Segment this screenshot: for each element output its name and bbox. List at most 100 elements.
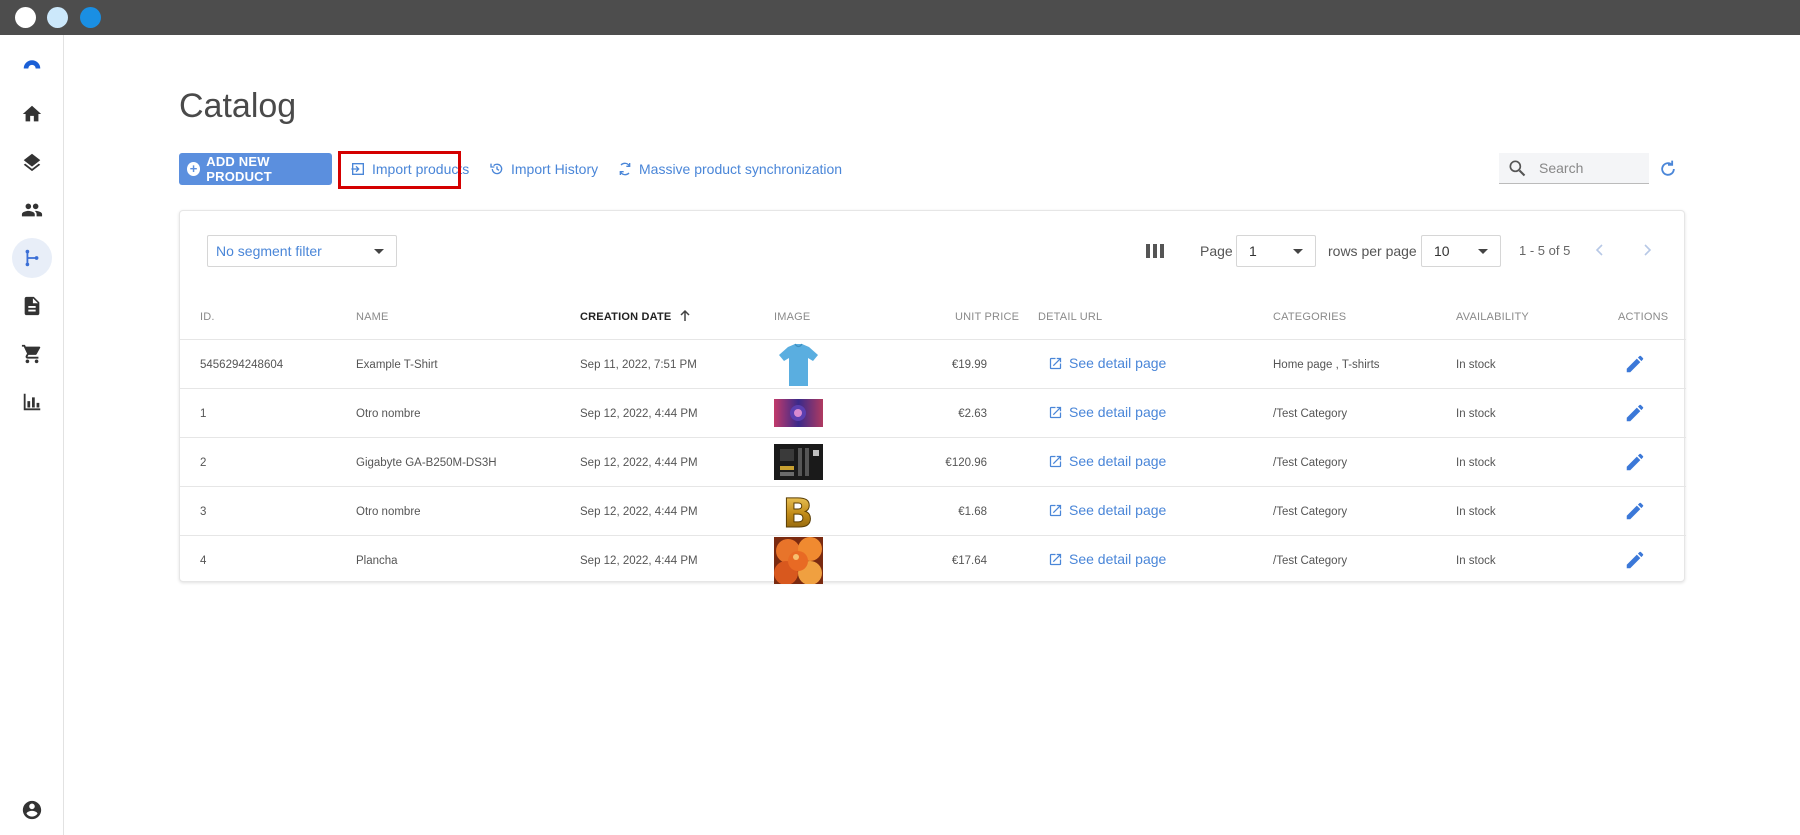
history-icon bbox=[490, 163, 503, 175]
products-card: No segment filter Page 1 rows per page 1… bbox=[179, 210, 1686, 585]
cell-price: €2.63 bbox=[958, 408, 987, 420]
product-image-letter-b: B bbox=[782, 491, 814, 531]
search-input[interactable] bbox=[1539, 160, 1639, 176]
plus-circle-icon: + bbox=[187, 162, 201, 176]
refresh-icon[interactable] bbox=[1658, 159, 1678, 179]
page-select[interactable]: 1 bbox=[1236, 235, 1316, 267]
product-image-tshirt bbox=[779, 343, 818, 386]
cell-price: €19.99 bbox=[951, 359, 987, 371]
layers-icon[interactable] bbox=[12, 142, 52, 182]
cell-name: Otro nombre bbox=[356, 506, 421, 518]
window-minimize-dot[interactable] bbox=[47, 7, 68, 28]
window-close-dot[interactable] bbox=[15, 7, 36, 28]
logo-icon[interactable] bbox=[12, 43, 52, 83]
search-box[interactable] bbox=[1499, 153, 1649, 184]
header-image: IMAGE bbox=[774, 311, 811, 323]
massive-sync-label: Massive product synchronization bbox=[639, 161, 843, 177]
svg-text:B: B bbox=[783, 491, 814, 531]
chevron-down-icon bbox=[374, 249, 384, 254]
see-detail-label: See detail page bbox=[1069, 453, 1167, 469]
header-unit-price[interactable]: UNIT PRICE bbox=[955, 311, 1019, 323]
table-row: 2 Gigabyte GA-B250M-DS3H Sep 12, 2022, 4… bbox=[180, 438, 1686, 487]
cell-date: Sep 12, 2022, 4:44 PM bbox=[580, 555, 698, 567]
import-history-link[interactable]: Import History bbox=[489, 153, 598, 185]
columns-icon[interactable] bbox=[1146, 244, 1164, 258]
cell-price: €1.68 bbox=[958, 506, 987, 518]
cell-categories: /Test Category bbox=[1273, 506, 1348, 518]
external-link-icon bbox=[1049, 553, 1062, 565]
account-icon[interactable] bbox=[12, 790, 52, 830]
table-row: 4 Plancha Sep 12, 2022, 4:44 PM €17.64 S… bbox=[180, 536, 1686, 585]
cell-categories: /Test Category bbox=[1273, 457, 1348, 469]
cell-date: Sep 12, 2022, 4:44 PM bbox=[580, 506, 698, 518]
chevron-left-icon[interactable] bbox=[1592, 242, 1608, 258]
edit-icon[interactable] bbox=[1624, 402, 1646, 424]
see-detail-link[interactable]: See detail page bbox=[1048, 453, 1166, 469]
header-creation-date[interactable]: CREATION DATE bbox=[580, 311, 671, 323]
people-icon[interactable] bbox=[12, 190, 52, 230]
import-products-highlight bbox=[338, 151, 461, 189]
cell-id: 2 bbox=[200, 457, 207, 469]
sidebar bbox=[0, 35, 64, 835]
header-id: ID. bbox=[200, 311, 215, 323]
page-value: 1 bbox=[1249, 243, 1257, 259]
cell-name: Plancha bbox=[356, 555, 398, 567]
cell-id: 4 bbox=[200, 555, 207, 567]
edit-icon[interactable] bbox=[1624, 500, 1646, 522]
chevron-right-icon[interactable] bbox=[1639, 242, 1655, 258]
cell-name: Otro nombre bbox=[356, 408, 421, 420]
see-detail-link[interactable]: See detail page bbox=[1048, 404, 1166, 420]
edit-icon[interactable] bbox=[1624, 353, 1646, 375]
header-availability: AVAILABILITY bbox=[1456, 311, 1529, 323]
external-link-icon bbox=[1049, 504, 1062, 516]
cell-availability: In stock bbox=[1456, 359, 1496, 371]
pagination-range: 1 - 5 of 5 bbox=[1519, 243, 1571, 258]
import-history-label: Import History bbox=[511, 161, 599, 177]
chevron-down-icon bbox=[1478, 249, 1488, 254]
external-link-icon bbox=[1049, 357, 1062, 369]
cell-categories: Home page , T-shirts bbox=[1273, 359, 1380, 371]
table-row: 5456294248604 Example T-Shirt Sep 11, 20… bbox=[180, 340, 1686, 389]
rows-per-page-select[interactable]: 10 bbox=[1421, 235, 1501, 267]
window-titlebar bbox=[0, 0, 1800, 35]
table-row: 3 Otro nombre Sep 12, 2022, 4:44 PM B €1… bbox=[180, 487, 1686, 536]
external-link-icon bbox=[1049, 455, 1062, 467]
cell-availability: In stock bbox=[1456, 555, 1496, 567]
window-maximize-dot[interactable] bbox=[80, 7, 101, 28]
edit-icon[interactable] bbox=[1624, 549, 1646, 571]
cell-name: Example T-Shirt bbox=[356, 359, 438, 371]
flow-icon[interactable] bbox=[12, 238, 52, 278]
see-detail-link[interactable]: See detail page bbox=[1048, 551, 1166, 567]
see-detail-link[interactable]: See detail page bbox=[1048, 355, 1166, 371]
header-actions: ACTIONS bbox=[1618, 311, 1669, 323]
cart-icon[interactable] bbox=[12, 334, 52, 374]
cell-availability: In stock bbox=[1456, 457, 1496, 469]
cell-id: 5456294248604 bbox=[200, 359, 284, 371]
massive-sync-link[interactable]: Massive product synchronization bbox=[617, 153, 842, 185]
cell-date: Sep 12, 2022, 4:44 PM bbox=[580, 457, 698, 469]
product-image-banner bbox=[774, 399, 823, 427]
arrow-up-icon[interactable] bbox=[678, 309, 692, 323]
cell-price: €17.64 bbox=[951, 555, 987, 567]
header-detail-url: DETAIL URL bbox=[1038, 311, 1103, 323]
header-categories: CATEGORIES bbox=[1273, 311, 1347, 323]
cell-name: Gigabyte GA-B250M-DS3H bbox=[356, 457, 497, 469]
edit-icon[interactable] bbox=[1624, 451, 1646, 473]
cell-id: 1 bbox=[200, 408, 207, 420]
cell-availability: In stock bbox=[1456, 408, 1496, 420]
home-icon[interactable] bbox=[12, 94, 52, 134]
see-detail-label: See detail page bbox=[1069, 502, 1167, 518]
chevron-down-icon bbox=[1293, 249, 1303, 254]
add-new-product-button[interactable]: + ADD NEW PRODUCT bbox=[179, 153, 332, 185]
cell-date: Sep 11, 2022, 7:51 PM bbox=[580, 359, 697, 371]
segment-filter-select[interactable]: No segment filter bbox=[207, 235, 397, 267]
document-icon[interactable] bbox=[12, 286, 52, 326]
external-link-icon bbox=[1049, 406, 1062, 418]
header-name[interactable]: NAME bbox=[356, 311, 389, 323]
page-label: Page bbox=[1200, 243, 1233, 259]
cell-date: Sep 12, 2022, 4:44 PM bbox=[580, 408, 698, 420]
product-image-peaches bbox=[774, 537, 823, 584]
cell-categories: /Test Category bbox=[1273, 555, 1348, 567]
chart-icon[interactable] bbox=[12, 382, 52, 422]
see-detail-link[interactable]: See detail page bbox=[1048, 502, 1166, 518]
